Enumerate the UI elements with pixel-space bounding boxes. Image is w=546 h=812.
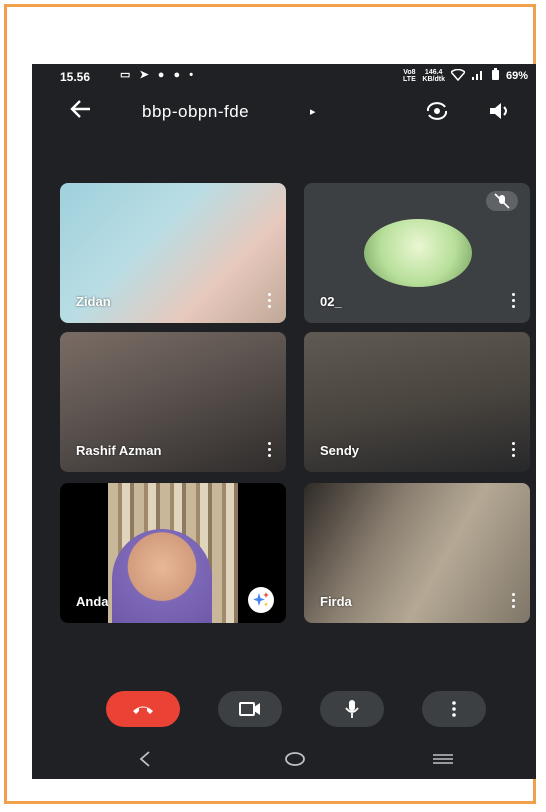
video-camera-icon [239,702,260,716]
more-vert-icon [452,701,456,717]
network-speed-unit: KB/dtk [422,76,445,83]
participant-name: 02_ [320,294,342,309]
microphone-toggle-button[interactable] [320,691,384,727]
effects-sparkle-icon[interactable] [248,587,274,613]
participant-tile-anda[interactable]: Anda [60,483,286,623]
network-type-label: Vo8 LTE [403,69,416,83]
signal-icon [471,69,485,84]
nav-home-icon[interactable] [284,750,306,773]
more-vert-icon[interactable] [512,293,516,309]
screen-record-icon: ▭ [120,69,134,81]
nav-recents-icon[interactable] [432,750,454,773]
status-time: 15.56 [60,70,91,84]
meeting-info-caret-icon[interactable]: ▸ [310,105,316,118]
meet-call-screen: 15.56 ▭ ➤ ● ● • Vo8 LTE 146.4 KB/dtk 69%… [32,64,536,779]
participant-name: Firda [320,594,352,609]
send-icon: ➤ [139,69,152,81]
status-bar: 15.56 ▭ ➤ ● ● • Vo8 LTE 146.4 KB/dtk 69% [32,64,536,88]
app-icon: ● [173,69,184,81]
participant-tile-sendy[interactable]: Sendy [304,332,530,472]
participant-name: Sendy [320,443,360,458]
more-options-button[interactable] [422,691,486,727]
participant-tile-02[interactable]: 02_ [304,183,530,323]
meeting-header: bbp-obpn-fde ▸ [32,94,536,134]
participant-tile-rashif-azman[interactable]: Rashif Azman [60,332,286,472]
participant-tile-firda[interactable]: Firda [304,483,530,623]
more-vert-icon[interactable] [268,442,272,458]
system-navigation-bar [32,744,536,779]
battery-icon [491,68,500,84]
mic-off-icon [486,191,518,211]
meeting-code[interactable]: bbp-obpn-fde [142,102,249,122]
app-icon: ● [157,69,168,81]
screenshot-frame: 15.56 ▭ ➤ ● ● • Vo8 LTE 146.4 KB/dtk 69%… [4,4,536,804]
more-vert-icon[interactable] [512,593,516,609]
status-right-icons: Vo8 LTE 146.4 KB/dtk 69% [402,68,528,84]
network-speed: 146.4 KB/dtk [422,69,445,83]
speaker-icon[interactable] [487,100,515,122]
battery-percent: 69% [505,70,528,82]
more-vert-icon[interactable] [268,293,272,309]
back-arrow-icon[interactable] [70,98,92,126]
status-notification-icons: ▭ ➤ ● ● • [120,68,196,81]
nav-back-icon[interactable] [138,750,152,773]
participant-avatar [364,219,472,287]
network-speed-value: 146.4 [424,69,443,76]
notification-dot-icon: • [189,69,197,81]
phone-hangup-icon [133,706,153,714]
more-vert-icon[interactable] [512,442,516,458]
participant-name: Rashif Azman [76,443,162,458]
microphone-icon [345,700,359,718]
camera-toggle-button[interactable] [218,691,282,727]
self-video [112,529,212,623]
wifi-icon [449,68,467,84]
participant-name: Zidan [76,294,111,309]
switch-camera-icon[interactable] [424,100,450,122]
participant-name: Anda [76,594,109,609]
participant-tile-zidan[interactable]: Zidan [60,183,286,323]
end-call-button[interactable] [106,691,180,727]
